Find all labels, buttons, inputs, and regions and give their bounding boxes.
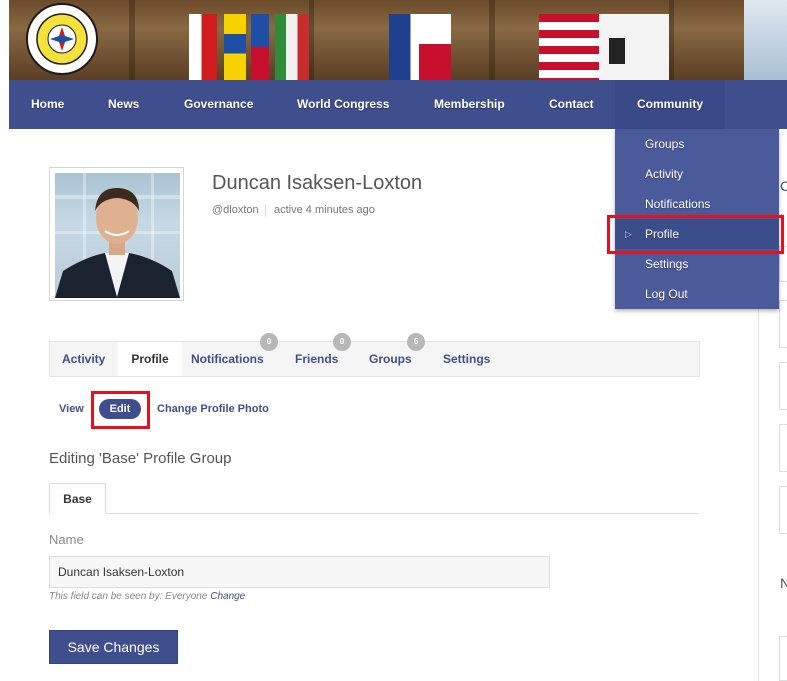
nav-news[interactable]: News xyxy=(108,80,139,129)
profile-tabs: Activity Profile Notifications Friends G… xyxy=(49,341,700,377)
notifications-count-badge: 0 xyxy=(260,333,278,351)
subnav-change-profile-photo[interactable]: Change Profile Photo xyxy=(157,401,269,417)
sidebar-widget[interactable] xyxy=(779,424,787,472)
avatar[interactable] xyxy=(49,167,184,301)
subnav-edit[interactable]: Edit xyxy=(99,399,141,419)
flag-image xyxy=(224,14,246,80)
nav-governance[interactable]: Governance xyxy=(184,80,253,129)
sidebar-widget[interactable] xyxy=(779,636,787,681)
flag-image xyxy=(275,14,309,80)
flag-image xyxy=(251,14,269,80)
sidebar-heading-fragment: C xyxy=(780,178,787,194)
nav-home[interactable]: Home xyxy=(31,80,64,129)
field-visibility-note: This field can be seen by: Everyone Chan… xyxy=(49,591,245,602)
tab-activity[interactable]: Activity xyxy=(62,342,105,376)
sidebar-widget[interactable] xyxy=(779,486,787,534)
visibility-text: This field can be seen by: Everyone xyxy=(49,591,208,602)
name-field-label: Name xyxy=(49,532,84,547)
menu-item-groups[interactable]: Groups xyxy=(615,129,779,159)
flag-image xyxy=(189,14,217,80)
nav-community[interactable]: Community xyxy=(615,80,725,129)
profile-username: @dloxton xyxy=(212,204,259,216)
tab-settings[interactable]: Settings xyxy=(443,342,490,376)
name-field[interactable] xyxy=(49,556,550,588)
flag-image xyxy=(419,44,451,80)
sidebar-heading-fragment: N xyxy=(780,575,787,591)
menu-item-notifications[interactable]: Notifications xyxy=(615,189,779,219)
menu-item-log-out[interactable]: Log Out xyxy=(615,279,779,309)
sidebar-text-fragment: I xyxy=(780,212,784,226)
header-banner xyxy=(9,0,787,80)
visibility-change-link[interactable]: Change xyxy=(210,591,245,602)
profile-name: Duncan Isaksen-Loxton xyxy=(212,172,423,194)
page: Home News Governance World Congress Memb… xyxy=(0,0,787,681)
meta-divider xyxy=(265,204,266,217)
chevron-right-icon: ▷ xyxy=(625,229,632,239)
flag-image xyxy=(609,38,625,64)
menu-item-profile[interactable]: ▷ Profile xyxy=(615,219,779,249)
active-tab-pointer xyxy=(140,377,152,383)
last-active-status: active 4 minutes ago xyxy=(274,204,375,216)
form-heading: Editing 'Base' Profile Group xyxy=(49,450,232,467)
tab-notifications[interactable]: Notifications xyxy=(191,342,264,376)
friends-count-badge: 0 xyxy=(333,333,351,351)
menu-item-activity[interactable]: Activity xyxy=(615,159,779,189)
nav-world-congress[interactable]: World Congress xyxy=(297,80,389,129)
nav-contact[interactable]: Contact xyxy=(549,80,594,129)
groups-count-badge: 6 xyxy=(407,333,425,351)
subnav-view[interactable]: View xyxy=(59,401,84,417)
sidebar-widget[interactable] xyxy=(779,246,787,282)
avatar-photo xyxy=(55,173,180,298)
main-navigation: Home News Governance World Congress Memb… xyxy=(9,80,787,129)
federation-logo xyxy=(26,3,98,75)
nav-membership[interactable]: Membership xyxy=(434,80,505,129)
tab-profile[interactable]: Profile xyxy=(118,342,182,376)
menu-item-settings[interactable]: Settings xyxy=(615,249,779,279)
tab-groups[interactable]: Groups xyxy=(369,342,412,376)
save-changes-button[interactable]: Save Changes xyxy=(49,630,178,664)
sidebar-widget[interactable] xyxy=(779,362,787,410)
flag-image xyxy=(744,0,787,80)
community-dropdown-menu: Groups Activity Notifications ▷ Profile … xyxy=(615,129,779,309)
tab-friends[interactable]: Friends xyxy=(295,342,338,376)
flag-image xyxy=(539,14,599,80)
sidebar-widget[interactable] xyxy=(779,300,787,348)
profile-group-tabs: Base xyxy=(49,483,699,514)
menu-item-profile-label: Profile xyxy=(645,227,680,241)
group-tab-base[interactable]: Base xyxy=(49,483,106,514)
